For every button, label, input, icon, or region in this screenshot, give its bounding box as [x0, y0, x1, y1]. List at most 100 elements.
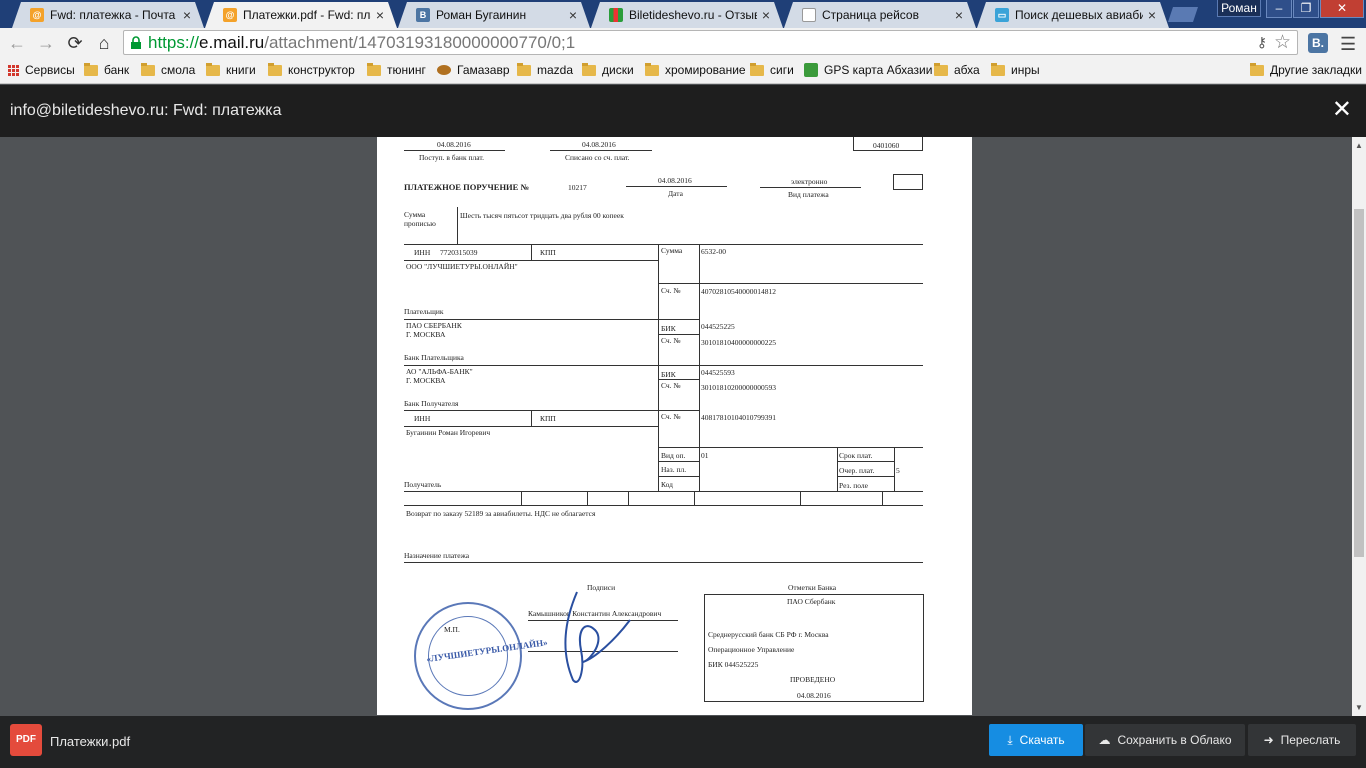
folder-icon	[582, 62, 596, 76]
date-debited: 04.08.2016	[582, 140, 616, 149]
close-icon[interactable]: ×	[183, 7, 191, 23]
reserve-label: Рез. поле	[839, 481, 868, 490]
op-type: 01	[701, 451, 709, 460]
bookmark-label: Гамазавр	[457, 63, 510, 77]
download-button[interactable]: ⤓ Скачать	[989, 724, 1083, 756]
download-label: Скачать	[1019, 733, 1065, 747]
vk-extension-icon[interactable]: B.	[1308, 33, 1328, 53]
mail-at-icon: @	[30, 8, 44, 22]
home-icon[interactable]: ⌂	[94, 34, 114, 52]
bookmark-label: книги	[226, 63, 256, 77]
tab-cheap-flights[interactable]: ▭ Поиск дешевых авиабилет ×	[977, 2, 1169, 28]
forward-arrow-icon: ➜	[1263, 733, 1274, 747]
account-label: Сч. №	[661, 412, 681, 421]
profile-button[interactable]: Роман	[1217, 0, 1261, 17]
tab-flights[interactable]: Страница рейсов ×	[784, 2, 976, 28]
close-viewer-icon[interactable]: ✕	[1332, 95, 1352, 124]
close-icon[interactable]: ×	[376, 7, 384, 23]
payer-bank-label: Банк Плательщика	[404, 353, 464, 362]
recipient-account: 40817810104010799391	[701, 413, 776, 422]
recipient-name: Бугаинин Роман Игоревич	[406, 428, 491, 437]
signature-image	[564, 591, 631, 683]
save-to-cloud-button[interactable]: ☁ Сохранить в Облако	[1085, 724, 1245, 756]
reload-icon[interactable]: ⟳	[65, 34, 85, 52]
site-icon	[437, 65, 451, 75]
tab-pdf-payment[interactable]: @ Платежки.pdf - Fwd: плате ×	[205, 2, 397, 28]
bookmark-label: инры	[1011, 63, 1040, 77]
scroll-down-icon[interactable]: ▼	[1355, 703, 1363, 712]
tab-mail-payment[interactable]: @ Fwd: платежка - Почта Ma ×	[12, 2, 204, 28]
bookmark-folder[interactable]: абха	[934, 62, 980, 77]
key-icon[interactable]: ⚷	[1257, 31, 1267, 54]
download-icon: ⤓	[1007, 732, 1013, 747]
close-icon[interactable]: ×	[762, 7, 770, 23]
bookmark-folder[interactable]: смола	[141, 62, 195, 77]
restore-icon[interactable]: ❐	[1293, 0, 1319, 18]
payment-kind: электронно	[791, 177, 828, 186]
bookmark-folder[interactable]: инры	[991, 62, 1040, 77]
document-number: 10217	[568, 183, 587, 192]
scroll-up-icon[interactable]: ▲	[1355, 141, 1363, 150]
forward-icon[interactable]: →	[36, 34, 56, 52]
bookmark-folder[interactable]: mazda	[517, 62, 573, 77]
tab-reviews[interactable]: Biletideshevo.ru - Отзывы о ×	[591, 2, 783, 28]
bookmark-label: Сервисы	[25, 63, 75, 77]
payer-name: ООО "ЛУЧШИЕТУРЫ.ОНЛАЙН"	[406, 262, 518, 271]
close-icon[interactable]: ×	[1148, 7, 1156, 23]
forward-label: Переслать	[1280, 733, 1341, 747]
menu-icon[interactable]: ☰	[1340, 34, 1356, 55]
bookmark-label: конструктор	[288, 63, 355, 77]
lock-icon	[131, 36, 141, 49]
url-host: e.mail.ru	[199, 33, 265, 52]
sum-amount: 6532-00	[701, 247, 726, 256]
bookmark-label: хромирование	[665, 63, 746, 77]
viewer-header: info@biletideshevo.ru: Fwd: платежка ✕	[0, 85, 1366, 137]
bookmark-folder[interactable]: сиги	[750, 62, 794, 77]
bookmark-folder[interactable]: книги	[206, 62, 256, 77]
bookmark-folder[interactable]: банк	[84, 62, 130, 77]
bank-marks-label: Отметки Банка	[788, 583, 837, 592]
other-bookmarks[interactable]: Другие закладки	[1250, 62, 1362, 77]
amount-words-label: Сумма	[404, 210, 426, 219]
url-path: /attachment/14703193180000000770/0;1	[264, 33, 576, 52]
bookmark-folder[interactable]: диски	[582, 62, 634, 77]
company-seal: «ЛУЧШИЕТУРЫ.ОНЛАЙН»	[414, 602, 548, 710]
purpose-label: Назначение платежа	[404, 551, 470, 560]
bookmark-folder[interactable]: конструктор	[268, 62, 355, 77]
folder-icon	[645, 62, 659, 76]
bookmark-site[interactable]: GPS карта Абхазии	[804, 63, 932, 77]
save-cloud-label: Сохранить в Облако	[1117, 733, 1232, 747]
bookmark-apps[interactable]: Сервисы	[8, 63, 75, 77]
document-date: 04.08.2016	[658, 176, 692, 185]
folder-icon	[991, 62, 1005, 76]
bank-marks-line: БИК 044525225	[708, 660, 759, 669]
account-label: Сч. №	[661, 381, 681, 390]
bookmark-folder[interactable]: тюнинг	[367, 62, 426, 77]
received-label: Поступ. в банк плат.	[419, 153, 484, 162]
tab-title: Biletideshevo.ru - Отзывы о	[629, 8, 755, 22]
vk-icon: B	[416, 8, 430, 22]
bookmark-folder[interactable]: хромирование	[645, 62, 746, 77]
close-icon[interactable]: ×	[955, 7, 963, 23]
vertical-scrollbar[interactable]: ▲ ▼	[1352, 137, 1366, 716]
bookmark-label: банк	[104, 63, 130, 77]
bookmark-site[interactable]: Гамазавр	[437, 63, 510, 77]
payer-corr-account: 30101810400000000225	[701, 338, 776, 347]
payer-bik: 044525225	[701, 322, 735, 331]
close-icon[interactable]: ×	[569, 7, 577, 23]
recipient-bik: 044525593	[701, 368, 735, 377]
star-icon[interactable]: ☆	[1274, 31, 1291, 54]
payer-bank-city: Г. МОСКВА	[406, 330, 446, 339]
minimize-icon[interactable]: –	[1266, 0, 1292, 18]
scroll-thumb[interactable]	[1354, 209, 1364, 557]
tab-vk-profile[interactable]: B Роман Бугаинин ×	[398, 2, 590, 28]
bookmark-label: Другие закладки	[1270, 63, 1362, 77]
new-tab-button[interactable]	[1168, 7, 1198, 22]
recipient-corr-account: 30101810200000000593	[701, 383, 776, 392]
window-close-icon[interactable]: ✕	[1320, 0, 1364, 18]
address-bar[interactable]: https://e.mail.ru/attachment/14703193180…	[123, 30, 1298, 55]
inn-label: ИНН	[414, 248, 431, 257]
pdf-viewer[interactable]: 04.08.2016 Поступ. в банк плат. 04.08.20…	[0, 137, 1366, 716]
forward-button[interactable]: ➜ Переслать	[1248, 724, 1356, 756]
back-icon[interactable]: ←	[7, 34, 27, 52]
